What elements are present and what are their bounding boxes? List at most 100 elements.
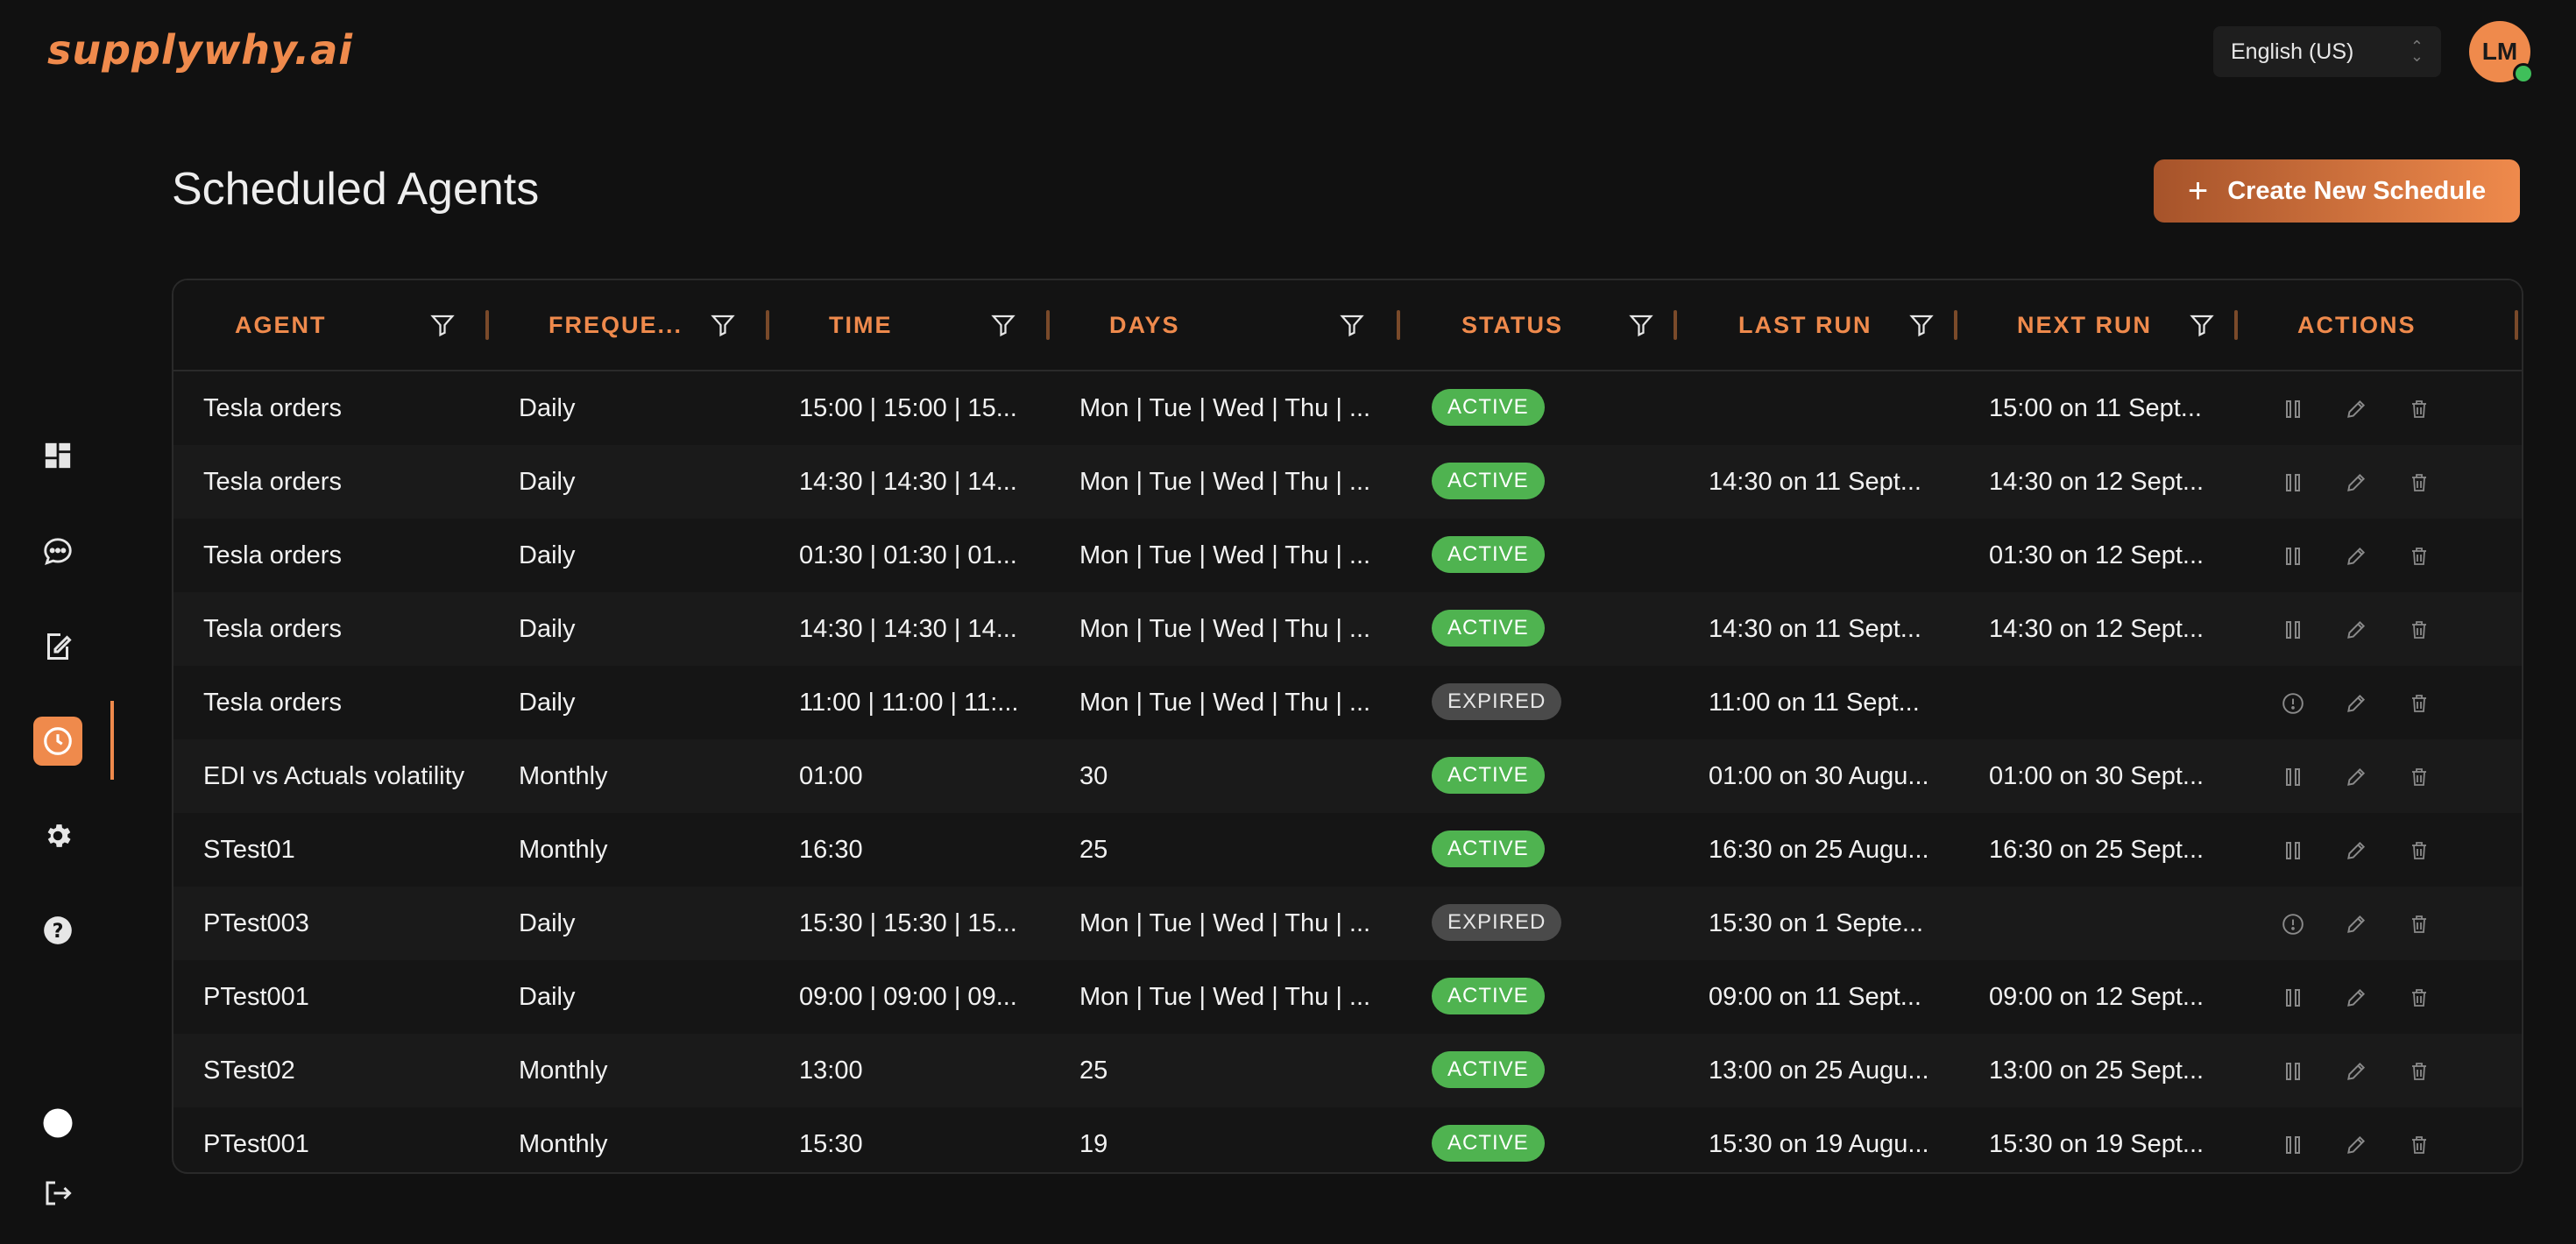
pause-icon[interactable] (2280, 396, 2306, 422)
cell-next-run: 01:00 on 30 Sept... (1989, 761, 2204, 790)
filter-icon[interactable] (429, 312, 456, 344)
filter-icon[interactable] (710, 312, 736, 344)
column-resize-handle[interactable] (1046, 310, 1050, 340)
table-row[interactable]: Tesla orders Daily 14:30 | 14:30 | 14... Mo… (173, 592, 2522, 666)
logout-icon[interactable] (33, 1169, 82, 1218)
clock-icon[interactable] (33, 717, 82, 766)
cell-frequency: Daily (519, 908, 576, 937)
cell-next-run (1989, 666, 2252, 739)
cell-next-run: 09:00 on 12 Sept... (1989, 982, 2204, 1011)
table-row[interactable]: PTest001 Monthly 15:30 19 ACTIVE 15:30 on 19 … (173, 1107, 2522, 1172)
pause-icon[interactable] (2280, 838, 2306, 864)
pause-icon[interactable] (2280, 1058, 2306, 1085)
brand-logo[interactable]: supplywhy.ai (47, 26, 353, 74)
create-schedule-button[interactable]: + Create New Schedule (2154, 159, 2520, 223)
filter-icon[interactable] (1908, 312, 1935, 344)
table-row[interactable]: EDI vs Actuals volatility Monthly 01:00 30 A… (173, 739, 2522, 813)
edit-icon[interactable] (2343, 543, 2369, 569)
column-resize-handle[interactable] (766, 310, 769, 340)
table-row[interactable]: Tesla orders Daily 01:30 | 01:30 | 01... Mo… (173, 519, 2522, 592)
cell-last-run (1709, 371, 1971, 445)
pause-icon[interactable] (2280, 1132, 2306, 1158)
edit-icon[interactable] (2343, 764, 2369, 790)
filter-icon[interactable] (2189, 312, 2215, 344)
edit-icon[interactable] (2343, 396, 2369, 422)
edit-icon[interactable] (2343, 617, 2369, 643)
gear-icon[interactable] (33, 811, 82, 860)
column-label: FREQUE... (548, 311, 683, 338)
trash-icon[interactable] (2406, 1058, 2432, 1085)
avatar[interactable]: LM (2469, 21, 2534, 84)
column-header-agent[interactable]: AGENT (235, 280, 498, 370)
trash-icon[interactable] (2406, 543, 2432, 569)
trash-icon[interactable] (2406, 911, 2432, 937)
cell-agent: Tesla orders (203, 393, 342, 422)
pause-icon[interactable] (2280, 543, 2306, 569)
column-header-last-run[interactable]: LAST RUN (1738, 280, 2001, 370)
column-header-next-run[interactable]: NEXT RUN (2017, 280, 2280, 370)
status-badge: ACTIVE (1432, 536, 1545, 573)
cell-frequency: Daily (519, 688, 576, 717)
cell-frequency: Daily (519, 541, 576, 569)
chat-icon[interactable] (33, 527, 82, 576)
trash-icon[interactable] (2406, 396, 2432, 422)
column-resize-handle[interactable] (1674, 310, 1677, 340)
trash-icon[interactable] (2406, 1132, 2432, 1158)
cell-agent: Tesla orders (203, 614, 342, 643)
cell-last-run: 14:30 on 11 Sept... (1709, 614, 1921, 643)
trash-icon[interactable] (2406, 617, 2432, 643)
edit-icon[interactable] (2343, 690, 2369, 717)
cell-last-run (1709, 519, 1971, 592)
cell-next-run: 14:30 on 12 Sept... (1989, 467, 2204, 496)
column-header-frequency[interactable]: FREQUE... (548, 280, 811, 370)
trash-icon[interactable] (2406, 838, 2432, 864)
edit-icon[interactable] (2343, 470, 2369, 496)
column-resize-handle[interactable] (1397, 310, 1400, 340)
cell-last-run: 15:30 on 1 Septe... (1709, 908, 1924, 937)
column-header-time[interactable]: TIME (829, 280, 1092, 370)
trash-icon[interactable] (2406, 764, 2432, 790)
table-row[interactable]: PTest001 Daily 09:00 | 09:00 | 09... Mon | … (173, 960, 2522, 1034)
trash-icon[interactable] (2406, 690, 2432, 717)
column-resize-handle[interactable] (2515, 310, 2518, 340)
edit-icon[interactable] (2343, 1132, 2369, 1158)
cell-frequency: Daily (519, 393, 576, 422)
table-row[interactable]: STest01 Monthly 16:30 25 ACTIVE 16:30 on 25 A… (173, 813, 2522, 887)
edit-icon[interactable] (2343, 985, 2369, 1011)
info-icon[interactable] (2280, 690, 2306, 717)
column-resize-handle[interactable] (1954, 310, 1957, 340)
pause-icon[interactable] (2280, 470, 2306, 496)
document-edit-icon[interactable] (33, 622, 82, 671)
filter-icon[interactable] (1339, 312, 1365, 344)
table-row[interactable]: Tesla orders Daily 14:30 | 14:30 | 14... Mo… (173, 445, 2522, 519)
filter-icon[interactable] (990, 312, 1016, 344)
cell-frequency: Monthly (519, 761, 608, 790)
help-icon[interactable]: ? (33, 906, 82, 955)
info-icon[interactable] (2280, 911, 2306, 937)
language-select-value: English (US) (2231, 39, 2354, 64)
trash-icon[interactable] (2406, 470, 2432, 496)
trash-icon[interactable] (2406, 985, 2432, 1011)
status-badge: EXPIRED (1432, 683, 1562, 720)
pause-icon[interactable] (2280, 985, 2306, 1011)
pause-icon[interactable] (2280, 764, 2306, 790)
dashboard-icon[interactable] (33, 431, 82, 480)
pause-icon[interactable] (2280, 617, 2306, 643)
language-select[interactable]: English (US) ⌃ ⌄ (2213, 26, 2441, 77)
column-header-status[interactable]: STATUS (1461, 280, 1724, 370)
cell-agent: PTest003 (203, 908, 309, 937)
column-header-days[interactable]: DAYS (1109, 280, 1425, 370)
table-row[interactable]: Tesla orders Daily 15:00 | 15:00 | 15... Mo… (173, 371, 2522, 445)
table-row[interactable]: Tesla orders Daily 11:00 | 11:00 | 11:... M… (173, 666, 2522, 739)
edit-icon[interactable] (2343, 911, 2369, 937)
column-resize-handle[interactable] (2234, 310, 2238, 340)
filter-icon[interactable] (1628, 312, 1654, 344)
table-row[interactable]: PTest003 Daily 15:30 | 15:30 | 15... Mon | … (173, 887, 2522, 960)
edit-icon[interactable] (2343, 1058, 2369, 1085)
cell-time: 13:00 (799, 1056, 863, 1085)
status-badge: ACTIVE (1432, 757, 1545, 794)
theme-toggle-icon[interactable] (33, 1099, 82, 1148)
column-resize-handle[interactable] (485, 310, 489, 340)
table-row[interactable]: STest02 Monthly 13:00 25 ACTIVE 13:00 on 25 A… (173, 1034, 2522, 1107)
edit-icon[interactable] (2343, 838, 2369, 864)
